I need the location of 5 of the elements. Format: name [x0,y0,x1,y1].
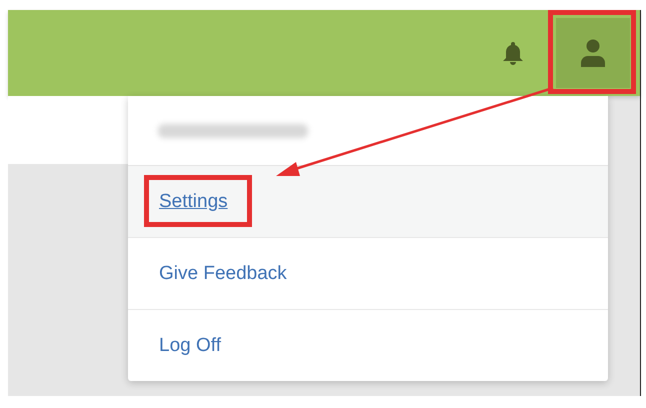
menu-link[interactable]: Give Feedback [159,262,287,284]
menu-link[interactable]: Log Off [159,334,221,356]
menu-link[interactable]: Settings [159,190,228,212]
bell-icon [502,41,524,65]
user-button[interactable] [556,18,630,88]
